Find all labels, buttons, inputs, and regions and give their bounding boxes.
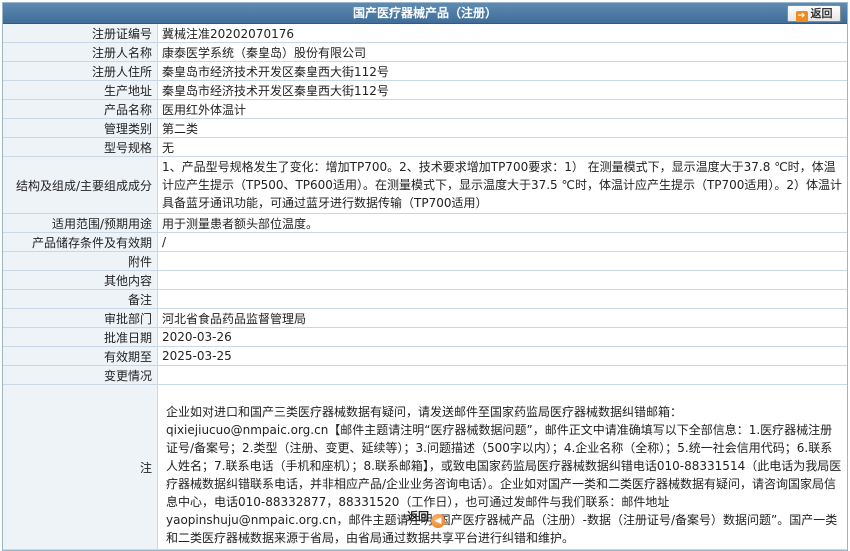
row-value: 秦皇岛市经济技术开发区秦皇西大街112号 [157, 61, 847, 81]
detail-row: 有效期至 2025-03-25 [3, 346, 847, 366]
row-label: 备注 [3, 289, 158, 309]
back-label-bottom: 返回 [407, 510, 429, 523]
row-value: 康泰医学系统（秦皇岛）股份有限公司 [157, 42, 847, 62]
detail-row: 批准日期 2020-03-26 [3, 327, 847, 347]
row-label: 附件 [3, 251, 158, 271]
row-value: 秦皇岛市经济技术开发区秦皇西大街112号 [157, 80, 847, 100]
row-value [157, 365, 847, 385]
detail-row: 适用范围/预期用途 用于测量患者额头部位温度。 [3, 213, 847, 233]
detail-row: 其他内容 [3, 270, 847, 290]
arrow-right-icon: ➔ [795, 11, 808, 22]
row-label: 管理类别 [3, 118, 158, 138]
row-value: / [157, 232, 847, 252]
row-label: 注册人住所 [3, 61, 158, 81]
back-button-top[interactable]: ➔ 返回 [787, 5, 841, 22]
row-value [157, 251, 847, 271]
detail-row: 管理类别 第二类 [3, 118, 847, 138]
detail-row: 注册人名称 康泰医学系统（秦皇岛）股份有限公司 [3, 42, 847, 62]
row-value: 1、产品型号规格发生了变化：增加TP700。2、技术要求增加TP700要求：1）… [157, 156, 847, 214]
title-bar: 国产医疗器械产品（注册） ➔ 返回 [3, 3, 847, 24]
row-label: 注册人名称 [3, 42, 158, 62]
row-value: 冀械注准20202070176 [157, 24, 847, 43]
row-label: 变更情况 [3, 365, 158, 385]
row-label: 型号规格 [3, 137, 158, 157]
arrow-circle-icon: ◀ [431, 514, 445, 528]
detail-row: 注册人住所 秦皇岛市经济技术开发区秦皇西大街112号 [3, 61, 847, 81]
row-value [157, 270, 847, 290]
detail-row: 附件 [3, 251, 847, 271]
row-value: 无 [157, 137, 847, 157]
detail-panel: 国产医疗器械产品（注册） ➔ 返回 注册证编号 冀械注准20202070176 注册人… [2, 2, 848, 551]
detail-row: 结构及组成/主要组成成分 1、产品型号规格发生了变化：增加TP700。2、技术要求… [3, 156, 847, 214]
row-label: 适用范围/预期用途 [3, 213, 158, 233]
row-value: 医用红外体温计 [157, 99, 847, 119]
detail-row: 审批部门 河北省食品药品监督管理局 [3, 308, 847, 328]
back-button-bottom[interactable]: 返回 ◀ [401, 508, 449, 528]
page-title: 国产医疗器械产品（注册） [352, 6, 497, 20]
detail-row: 注册证编号 冀械注准20202070176 [3, 24, 847, 43]
row-value [157, 289, 847, 309]
detail-row: 变更情况 [3, 365, 847, 385]
detail-row: 产品名称 医用红外体温计 [3, 99, 847, 119]
row-value: 河北省食品药品监督管理局 [157, 308, 847, 328]
row-label: 产品名称 [3, 99, 158, 119]
row-label: 结构及组成/主要组成成分 [3, 156, 158, 214]
row-value: 2020-03-26 [157, 327, 847, 347]
detail-row: 产品储存条件及有效期 / [3, 232, 847, 252]
footer: 返回 ◀ [0, 508, 850, 528]
row-label: 生产地址 [3, 80, 158, 100]
row-value: 第二类 [157, 118, 847, 138]
row-label: 审批部门 [3, 308, 158, 328]
back-label-top: 返回 [810, 7, 833, 20]
row-value: 2025-03-25 [157, 346, 847, 366]
detail-row: 生产地址 秦皇岛市经济技术开发区秦皇西大街112号 [3, 80, 847, 100]
row-label: 批准日期 [3, 327, 158, 347]
row-label: 注册证编号 [3, 24, 158, 43]
detail-table: 注册证编号 冀械注准20202070176 注册人名称 康泰医学系统（秦皇岛）股份有限… [3, 24, 847, 550]
row-value: 用于测量患者额头部位温度。 [157, 213, 847, 233]
row-label: 有效期至 [3, 346, 158, 366]
detail-row: 型号规格无 [3, 137, 847, 157]
detail-row: 备注 [3, 289, 847, 309]
row-label: 其他内容 [3, 270, 158, 290]
row-label: 产品储存条件及有效期 [3, 232, 158, 252]
